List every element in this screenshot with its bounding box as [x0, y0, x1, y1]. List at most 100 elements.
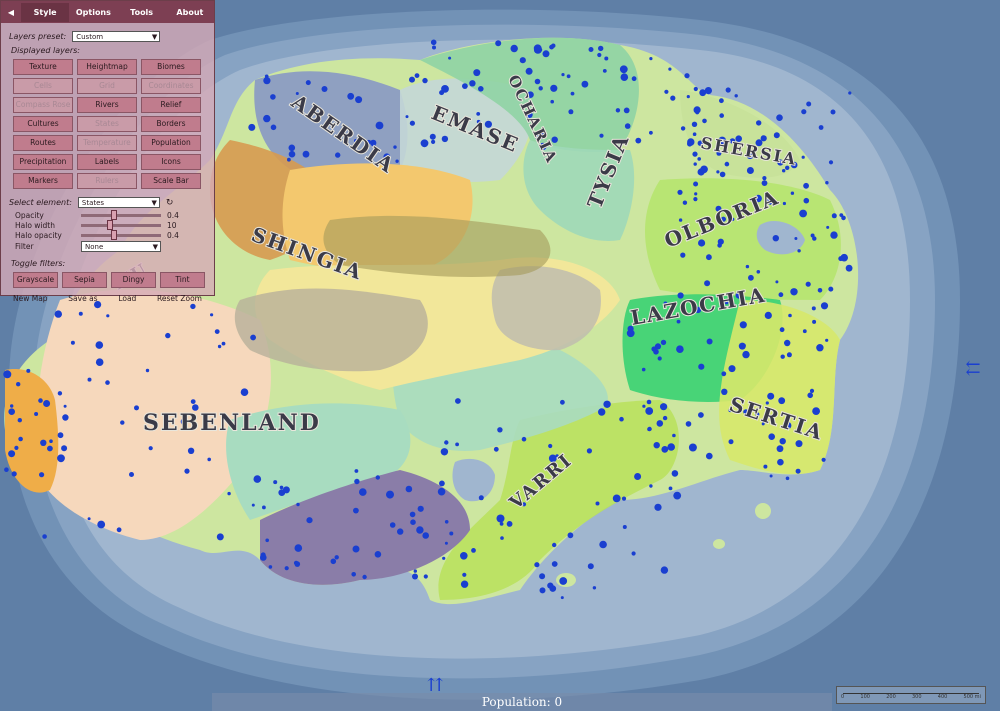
population-dot: [784, 339, 791, 347]
population-dot: [745, 264, 750, 269]
filter-select[interactable]: None ▼: [81, 240, 161, 252]
population-dot: [662, 415, 668, 421]
layer-button-cultures[interactable]: Cultures: [13, 116, 73, 132]
tab-about[interactable]: About: [166, 3, 214, 22]
population-dot: [654, 343, 662, 350]
population-dot: [352, 545, 360, 553]
layer-button-heightmap[interactable]: Heightmap: [77, 59, 137, 75]
population-dot: [34, 412, 39, 416]
population-dot: [698, 363, 705, 370]
layer-button-rulers[interactable]: Rulers: [77, 173, 137, 189]
slider-thumb[interactable]: [110, 209, 117, 220]
layer-button-texture[interactable]: Texture: [13, 59, 73, 75]
layer-button-markers[interactable]: Markers: [13, 173, 73, 189]
filter-button-tint[interactable]: Tint: [160, 272, 205, 288]
population-dot: [405, 115, 409, 119]
population-dot: [682, 200, 688, 205]
layer-button-scale-bar[interactable]: Scale Bar: [141, 173, 201, 189]
tab-style[interactable]: Style: [21, 2, 70, 22]
filter-button-grayscale[interactable]: Grayscale: [13, 272, 58, 288]
population-dot: [40, 439, 47, 446]
layer-button-labels[interactable]: Labels: [77, 154, 137, 170]
population-dot: [444, 541, 448, 545]
slider-track[interactable]: [81, 229, 161, 240]
action-new-map[interactable]: New Map: [13, 294, 48, 303]
slider-track[interactable]: [81, 209, 161, 220]
layer-button-routes[interactable]: Routes: [13, 135, 73, 151]
population-dot: [227, 491, 231, 496]
population-dot: [624, 123, 631, 129]
slider-thumb[interactable]: [110, 229, 117, 240]
population-dot: [673, 491, 682, 500]
slider-thumb[interactable]: [106, 219, 113, 230]
population-dot: [802, 329, 807, 334]
tab-options[interactable]: Options: [69, 3, 117, 22]
population-dot: [660, 339, 667, 346]
population-dot: [11, 471, 17, 477]
population-dot: [688, 443, 697, 452]
layer-button-cells[interactable]: Cells: [13, 78, 73, 94]
population-dot: [767, 392, 775, 400]
population-dot: [262, 505, 266, 510]
population-dot: [551, 561, 558, 567]
population-dot: [694, 192, 698, 196]
layer-button-states[interactable]: States: [77, 116, 137, 132]
layer-button-precipitation[interactable]: Precipitation: [13, 154, 73, 170]
slider-value: 0.4: [167, 210, 179, 220]
scale-bar[interactable]: 0 100 200 300 400 500 mi: [836, 686, 986, 704]
population-dot: [776, 114, 783, 121]
population-dot: [719, 98, 724, 104]
collapse-panel-icon[interactable]: ◀: [1, 8, 21, 17]
layers-preset-select[interactable]: Custom ▼: [72, 31, 161, 42]
population-dot: [653, 442, 660, 449]
population-dot: [493, 446, 499, 452]
filter-button-dingy[interactable]: Dingy: [111, 272, 156, 288]
population-dot: [677, 189, 683, 195]
select-element-select[interactable]: States ▼: [77, 197, 160, 208]
action-load[interactable]: Load: [118, 294, 136, 303]
population-dot: [626, 329, 635, 338]
population-dot: [187, 447, 195, 454]
population-dot: [548, 443, 553, 449]
population-dot: [778, 292, 784, 298]
tab-tools[interactable]: Tools: [118, 3, 166, 22]
slider-track[interactable]: [81, 219, 161, 230]
layer-button-population[interactable]: Population: [141, 135, 201, 151]
population-dot: [448, 56, 452, 60]
population-dot: [497, 427, 503, 433]
population-dot: [26, 368, 31, 373]
layer-button-rivers[interactable]: Rivers: [77, 97, 137, 113]
population-dot: [87, 377, 92, 382]
layer-button-grid[interactable]: Grid: [77, 78, 137, 94]
layer-button-borders[interactable]: Borders: [141, 116, 201, 132]
population-dot: [10, 404, 14, 408]
population-dot: [437, 487, 446, 496]
population-dot: [393, 145, 397, 149]
population-dot: [788, 313, 792, 318]
population-dot: [409, 511, 416, 518]
population-dot: [260, 554, 267, 561]
population-dot: [95, 341, 104, 349]
population-dot: [840, 253, 848, 262]
population-dot: [455, 398, 461, 404]
action-save-as[interactable]: Save as: [68, 294, 97, 303]
refresh-icon[interactable]: ↻: [166, 198, 174, 208]
population-dot: [801, 155, 805, 159]
population-dot: [825, 338, 829, 342]
layer-button-relief[interactable]: Relief: [141, 97, 201, 113]
population-dot: [619, 65, 628, 74]
action-reset-zoom[interactable]: Reset Zoom: [157, 294, 202, 303]
layer-button-coordinates[interactable]: Coordinates: [141, 78, 201, 94]
layer-button-compass-rose[interactable]: Compass Rose: [13, 97, 73, 113]
layer-button-temperature[interactable]: Temperature: [77, 135, 137, 151]
population-dot: [599, 540, 607, 549]
layer-button-icons[interactable]: Icons: [141, 154, 201, 170]
filter-button-sepia[interactable]: Sepia: [62, 272, 107, 288]
population-dot: [684, 73, 690, 79]
population-dot: [559, 577, 568, 585]
population-dot: [533, 44, 542, 53]
population-dot: [4, 467, 9, 473]
layer-button-biomes[interactable]: Biomes: [141, 59, 201, 75]
scroll-right-icon[interactable]: ⇇: [960, 360, 986, 380]
population-dot: [649, 484, 653, 488]
